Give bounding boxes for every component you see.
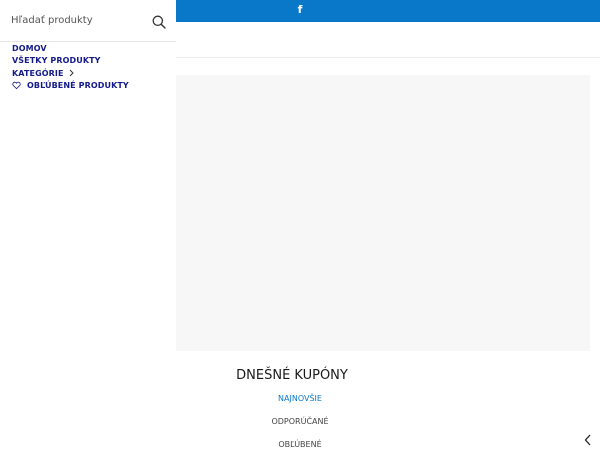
search-input[interactable] [11,10,146,30]
facebook-icon[interactable]: f [294,3,306,17]
menu-item-categories[interactable]: KATEGÓRIE [0,67,176,80]
menu-item-label: DOMOV [12,43,47,53]
menu-item-label: VŠETKY PRODUKTY [12,56,101,66]
search-bar [0,0,176,42]
chevron-right-icon[interactable] [69,69,74,77]
section-title: DNEŠNÉ KUPÓNY [236,368,348,383]
search-icon[interactable] [152,15,166,29]
menu-item-label: OBĽÚBENÉ PRODUKTY [27,81,129,91]
heart-icon [12,82,21,90]
tab-favorites[interactable]: OBĽÚBENÉ [176,440,424,449]
hero-banner [176,75,590,351]
menu-item-label: KATEGÓRIE [12,68,64,78]
menu-item-all-products[interactable]: VŠETKY PRODUKTY [0,55,176,68]
chevron-left-icon[interactable] [584,434,592,446]
main-menu: DOMOV VŠETKY PRODUKTY KATEGÓRIE OBĽÚBENÉ… [0,42,176,92]
tab-newest[interactable]: NAJNOVŠIE [176,394,424,403]
side-drawer: DOMOV VŠETKY PRODUKTY KATEGÓRIE OBĽÚBENÉ… [0,0,176,450]
header-strip [176,22,600,58]
tab-recommended[interactable]: ODPORÚČANÉ [176,417,424,426]
menu-item-home[interactable]: DOMOV [0,42,176,55]
menu-item-favorites[interactable]: OBĽÚBENÉ PRODUKTY [0,80,176,93]
